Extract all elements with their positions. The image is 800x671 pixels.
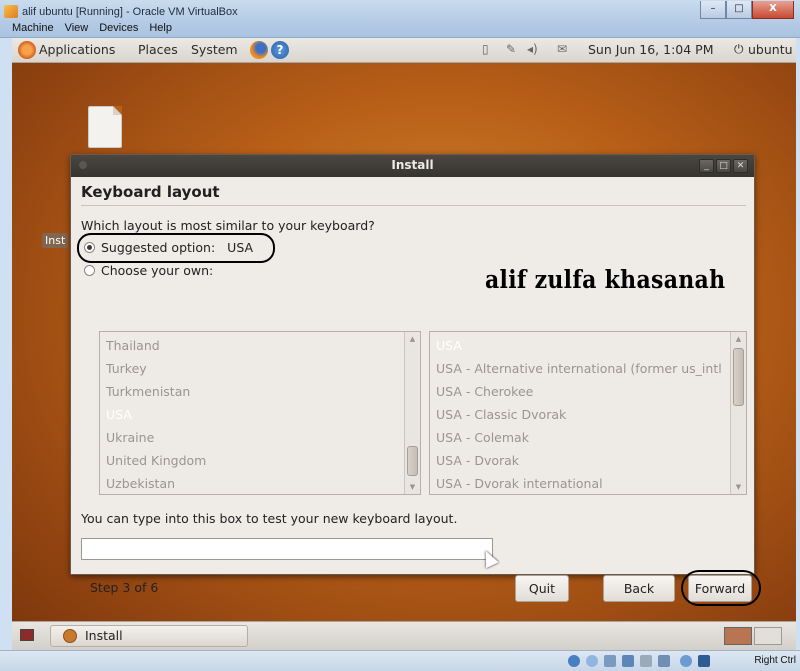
scroll-thumb[interactable]	[733, 348, 744, 406]
workspace-1[interactable]	[724, 627, 752, 645]
workspace-2[interactable]	[754, 627, 782, 645]
installer-icon	[63, 629, 77, 643]
list-item[interactable]: USA - Colemak	[430, 426, 746, 449]
mouse-integration-icon[interactable]	[680, 655, 692, 667]
dialog-minimize-icon[interactable]: _	[699, 159, 714, 173]
applications-menu[interactable]: Applications	[39, 42, 115, 57]
watermark-text: alif zulfa khasanah	[485, 265, 726, 295]
taskbar-install-button[interactable]: Install	[50, 625, 248, 647]
desktop-file-icon[interactable]	[88, 106, 122, 148]
dialog-close-icon[interactable]: ✕	[733, 159, 748, 173]
scroll-up-icon[interactable]: ▲	[405, 332, 420, 346]
quit-button[interactable]: Quit	[515, 575, 569, 602]
minimize-button[interactable]: –	[700, 1, 726, 19]
scroll-thumb[interactable]	[407, 446, 418, 476]
list-item[interactable]: USA - Dvorak international	[430, 472, 746, 494]
layout-scrollbar[interactable]: ▲ ▼	[404, 332, 420, 494]
menu-view[interactable]: View	[65, 22, 89, 34]
power-icon[interactable]: ⏻	[734, 42, 744, 57]
suggested-option-radio[interactable]: Suggested option: USA	[84, 240, 253, 255]
variant-scrollbar[interactable]: ▲ ▼	[730, 332, 746, 494]
step-indicator: Step 3 of 6	[90, 580, 159, 595]
menu-devices[interactable]: Devices	[99, 22, 138, 34]
radio-checked-icon[interactable]	[84, 242, 95, 253]
mail-icon[interactable]: ✉	[557, 42, 567, 56]
network-adapter-icon[interactable]	[622, 655, 634, 667]
scroll-down-icon[interactable]: ▼	[731, 480, 746, 494]
virtualbox-icon	[4, 5, 18, 18]
host-key-label: Right Ctrl	[754, 655, 796, 666]
guest-screen: Applications Places System ? ▯ ✎ ◂) ✉ Su…	[12, 38, 796, 650]
gnome-top-panel: Applications Places System ? ▯ ✎ ◂) ✉ Su…	[12, 38, 796, 63]
dialog-controls: _ □ ✕	[699, 159, 748, 173]
back-button[interactable]: Back	[603, 575, 675, 602]
system-menu[interactable]: System	[191, 42, 238, 57]
network-icon[interactable]: ✎	[506, 42, 516, 56]
vbox-titlebar: alif ubuntu [Running] - Oracle VM Virtua…	[0, 0, 800, 38]
forward-button[interactable]: Forward	[688, 575, 752, 602]
cd-icon[interactable]	[586, 655, 598, 667]
keyboard-test-input[interactable]	[81, 538, 493, 560]
user-menu[interactable]: ubuntu	[748, 42, 793, 57]
list-item[interactable]: Turkmenistan	[100, 380, 420, 403]
list-item[interactable]: Ukraine	[100, 426, 420, 449]
layout-list[interactable]: Thailand Turkey Turkmenistan USA Ukraine…	[99, 331, 421, 495]
vbox-status-bar: Right Ctrl	[0, 650, 800, 671]
radio-unchecked-icon[interactable]	[84, 265, 95, 276]
show-desktop-icon[interactable]	[20, 629, 34, 641]
list-item[interactable]: USA - Classic Dvorak	[430, 403, 746, 426]
vbox-window-title: alif ubuntu [Running] - Oracle VM Virtua…	[22, 6, 238, 18]
keyboard-capture-icon[interactable]	[698, 655, 710, 667]
list-item-selected[interactable]: USA	[100, 403, 420, 426]
list-item[interactable]: Uzbekistan	[100, 472, 420, 494]
menu-help[interactable]: Help	[149, 22, 172, 34]
scroll-up-icon[interactable]: ▲	[731, 332, 746, 346]
install-dialog: Install _ □ ✕ Keyboard layout Which layo…	[70, 154, 761, 606]
maximize-button[interactable]: □	[726, 1, 752, 19]
variant-list[interactable]: USA USA - Alternative international (for…	[429, 331, 747, 495]
gnome-bottom-panel: Install	[12, 621, 796, 650]
ubuntu-logo-icon	[18, 41, 36, 59]
section-title: Keyboard layout	[81, 183, 220, 201]
list-item[interactable]: USA - Dvorak	[430, 449, 746, 472]
list-item[interactable]: USA - Alternative international (former …	[430, 357, 746, 380]
list-item[interactable]: Thailand	[100, 334, 420, 357]
test-box-label: You can type into this box to test your …	[81, 511, 458, 526]
harddisk-icon[interactable]	[568, 655, 580, 667]
list-item-selected[interactable]: USA	[430, 334, 746, 357]
firefox-icon[interactable]	[250, 41, 268, 59]
volume-icon[interactable]: ◂)	[527, 42, 538, 56]
window-controls: – □ X	[700, 1, 794, 19]
shared-folder-icon[interactable]	[640, 655, 652, 667]
close-button[interactable]: X	[752, 1, 794, 19]
list-item[interactable]: United Kingdom	[100, 449, 420, 472]
dialog-titlebar[interactable]: Install _ □ ✕	[71, 155, 754, 177]
list-item[interactable]: USA - Cherokee	[430, 380, 746, 403]
taskbar-install-label: Install	[85, 628, 123, 643]
scroll-down-icon[interactable]: ▼	[405, 480, 420, 494]
places-menu[interactable]: Places	[138, 42, 178, 57]
title-separator	[81, 205, 746, 206]
vbox-menubar: Machine View Devices Help	[12, 22, 172, 34]
suggested-label: Suggested option:	[101, 240, 216, 255]
battery-icon: ▯	[482, 42, 489, 56]
desktop-icon-label[interactable]: Inst	[42, 233, 69, 248]
list-item[interactable]: Turkey	[100, 357, 420, 380]
display-icon[interactable]	[658, 655, 670, 667]
layout-question: Which layout is most similar to your key…	[81, 218, 375, 233]
menu-machine[interactable]: Machine	[12, 22, 54, 34]
dialog-maximize-icon[interactable]: □	[716, 159, 731, 173]
usb-icon[interactable]	[604, 655, 616, 667]
help-icon[interactable]: ?	[271, 41, 289, 59]
choose-own-radio[interactable]: Choose your own:	[84, 263, 213, 278]
suggested-value: USA	[227, 240, 254, 255]
choose-label: Choose your own:	[101, 263, 214, 278]
dialog-title: Install	[391, 158, 434, 172]
clock[interactable]: Sun Jun 16, 1:04 PM	[588, 42, 713, 57]
